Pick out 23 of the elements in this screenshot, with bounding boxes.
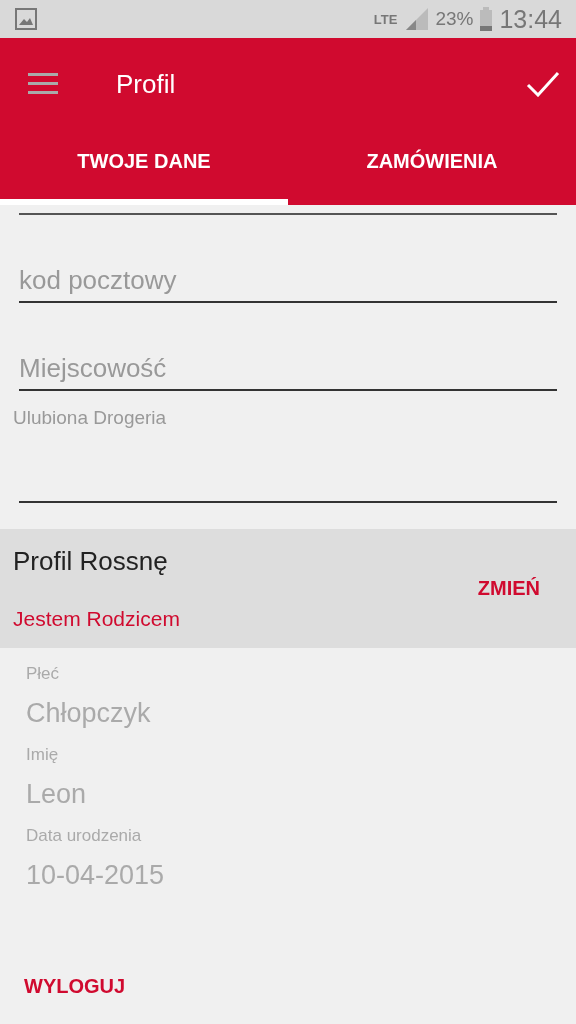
network-label: LTE — [373, 11, 398, 27]
check-icon[interactable] — [526, 71, 560, 97]
profile-type: Jestem Rodzicem — [13, 607, 180, 631]
input-field[interactable]: Miejscowość — [19, 303, 557, 391]
section-title: Profil Rossnę — [13, 546, 169, 577]
signal-icon — [404, 8, 429, 30]
field-label: Imię — [26, 745, 60, 765]
field-value: Chłopczyk — [26, 698, 152, 729]
battery-percent: 23% — [435, 8, 474, 30]
field-value: Leon — [26, 779, 88, 810]
tab[interactable]: ZAMÓWIENIA — [288, 130, 576, 205]
clock: 13:44 — [499, 4, 562, 34]
input-field[interactable]: kod pocztowy — [19, 215, 557, 303]
screen-title: Profil — [116, 68, 177, 100]
battery-icon — [480, 7, 493, 31]
field-label: Ulubiona Drogeria — [13, 407, 168, 429]
tab[interactable]: TWOJE DANE — [0, 130, 288, 205]
change-button[interactable]: ZMIEŃ — [477, 577, 540, 600]
image-icon — [15, 8, 37, 30]
field-label: Data urodzenia — [26, 826, 143, 846]
field-value: 10-04-2015 — [26, 860, 166, 891]
field-label: Płeć — [26, 664, 61, 684]
logout-button[interactable]: WYLOGUJ — [24, 975, 126, 998]
